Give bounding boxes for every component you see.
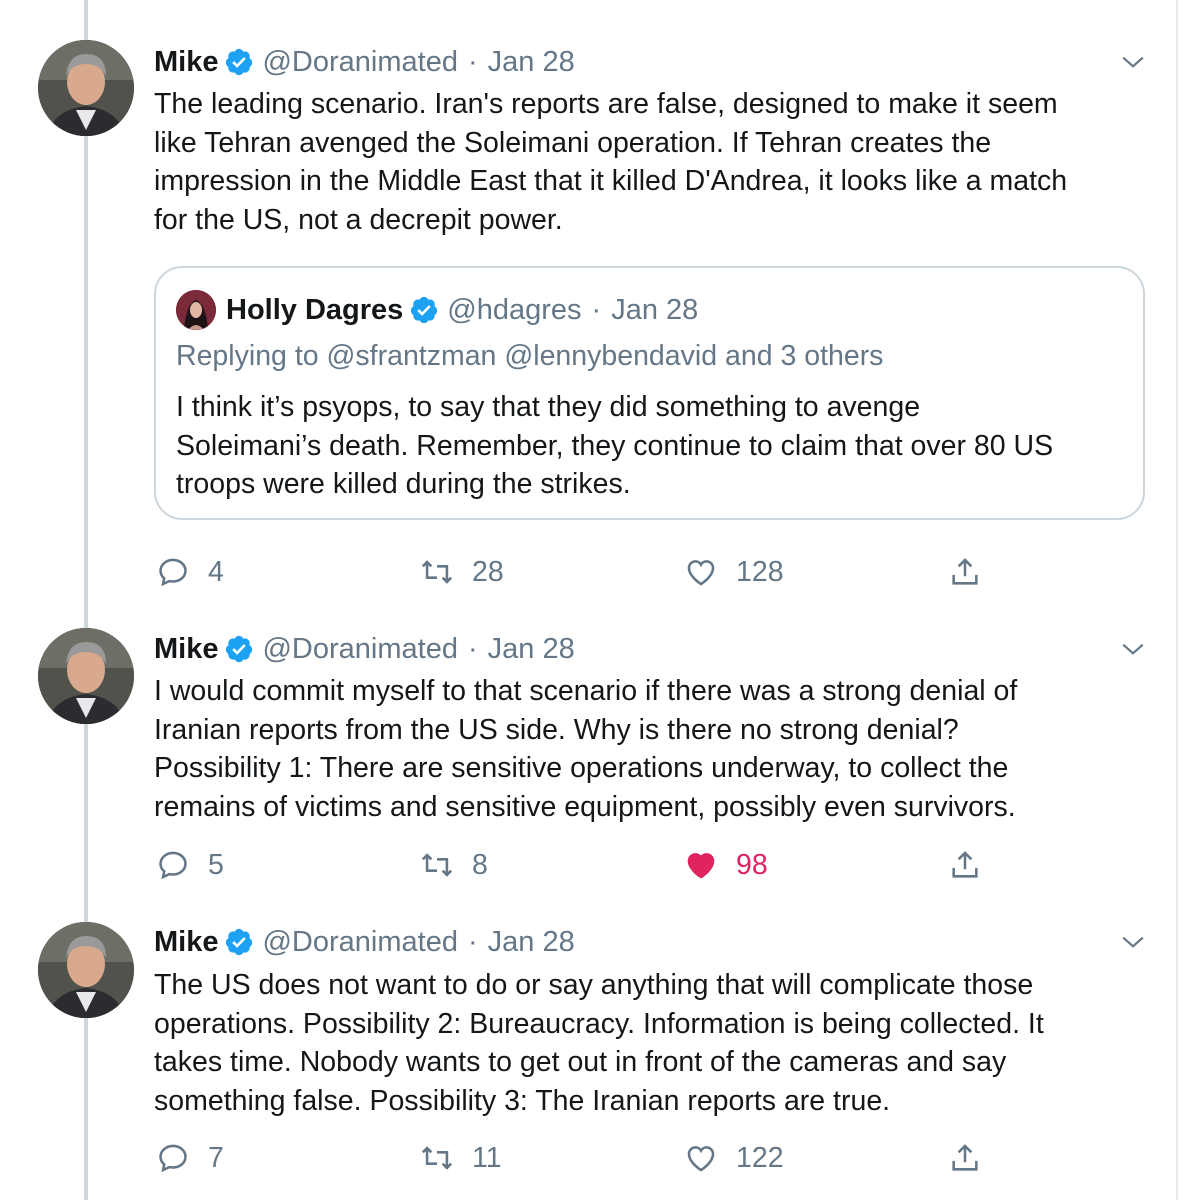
- reply-count: 7: [208, 1141, 224, 1174]
- retweet-icon: [421, 560, 453, 584]
- tweet-text-line: impression in the Middle East that it ki…: [154, 165, 1068, 197]
- tweet-text-line: Possibility 1: There are sensitive opera…: [154, 752, 1009, 784]
- retweet-button[interactable]: 8: [420, 845, 488, 885]
- tweet-text-line: something false. Possibility 3: The Iran…: [154, 1084, 891, 1117]
- separator-dot: ·: [467, 45, 478, 78]
- author-name[interactable]: Mike: [154, 633, 218, 666]
- author-handle[interactable]: @Doranimated: [262, 633, 457, 666]
- chevron-down-icon[interactable]: [1120, 929, 1146, 955]
- reply-count: 4: [208, 555, 224, 588]
- tweet-text-line: Iranian reports from the US side. Why is…: [154, 713, 959, 746]
- retweet-button[interactable]: 28: [420, 552, 504, 592]
- reply-button[interactable]: 7: [156, 1138, 224, 1178]
- verified-badge-icon: [411, 296, 438, 324]
- tweet-header: Mike @Doranimated · Jan 28: [154, 44, 575, 80]
- tweet-text-line: like Tehran avenged the Soleimani operat…: [154, 126, 992, 159]
- avatar[interactable]: [38, 922, 134, 1018]
- author-name[interactable]: Mike: [154, 926, 218, 959]
- tweet-date[interactable]: Jan 28: [488, 633, 575, 666]
- author-handle[interactable]: @Doranimated: [262, 926, 457, 959]
- author-name[interactable]: Mike: [154, 46, 218, 79]
- quoted-tweet[interactable]: Holly Dagres @hdagres · Jan 28 Replying …: [154, 266, 1145, 520]
- retweet-icon: [421, 1146, 453, 1170]
- separator-dot: ·: [591, 293, 602, 326]
- retweet-count: 8: [472, 848, 488, 881]
- tweet-actions: 5 8 98: [0, 845, 1184, 885]
- share-icon: [952, 1144, 978, 1171]
- reply-count: 5: [208, 848, 224, 881]
- avatar-image: [38, 40, 134, 136]
- avatar[interactable]: [38, 40, 134, 136]
- tweet-date[interactable]: Jan 28: [488, 46, 575, 79]
- reply-button[interactable]: 5: [156, 845, 224, 885]
- like-count: 98: [736, 848, 768, 881]
- reply-icon: [159, 558, 187, 587]
- tweet-text: I would commit myself to that scenario i…: [154, 672, 1144, 826]
- like-count: 122: [736, 1141, 784, 1174]
- share-button[interactable]: [948, 1138, 1000, 1178]
- like-button[interactable]: 98: [684, 845, 768, 885]
- like-button[interactable]: 122: [684, 1138, 784, 1178]
- tweet-text: The leading scenario. Iran's reports are…: [154, 85, 1144, 239]
- tweet-text-line: remains of victims and sensitive equipme…: [154, 790, 1016, 823]
- verified-badge-icon: [226, 635, 253, 663]
- quoted-author-handle[interactable]: @hdagres: [447, 294, 581, 327]
- tweet-text: The US does not want to do or say anythi…: [154, 966, 1144, 1120]
- tweet-actions: 7 11 122: [0, 1138, 1184, 1178]
- separator-dot: ·: [467, 925, 478, 958]
- quoted-avatar[interactable]: [176, 290, 216, 330]
- tweet-text-line: takes time. Nobody wants to get out in f…: [154, 1046, 1007, 1078]
- heart-icon: [687, 853, 715, 879]
- tweet[interactable]: Mike @Doranimated · Jan 28 The US does n…: [0, 900, 1184, 1200]
- avatar[interactable]: [38, 628, 134, 724]
- tweet-text-line: The US does not want to do or say anythi…: [154, 969, 1034, 1001]
- quoted-date[interactable]: Jan 28: [611, 294, 698, 327]
- tweet-header: Mike @Doranimated · Jan 28: [154, 631, 575, 667]
- avatar-image: [38, 628, 134, 724]
- tweet[interactable]: Mike @Doranimated · Jan 28 The leading s…: [0, 0, 1184, 610]
- chevron-down-icon[interactable]: [1120, 49, 1146, 75]
- chevron-down-icon[interactable]: [1120, 636, 1146, 662]
- avatar-image: [38, 922, 134, 1018]
- reply-icon: [159, 1144, 187, 1173]
- like-button[interactable]: 128: [684, 552, 784, 592]
- tweet-date[interactable]: Jan 28: [488, 926, 575, 959]
- retweet-count: 11: [472, 1141, 502, 1174]
- quoted-author-name[interactable]: Holly Dagres: [226, 294, 403, 327]
- verified-badge-icon: [226, 928, 253, 956]
- retweet-count: 28: [472, 555, 504, 588]
- reply-icon: [159, 851, 187, 880]
- quoted-header: Holly Dagres @hdagres · Jan 28: [226, 292, 698, 328]
- reply-button[interactable]: 4: [156, 552, 224, 592]
- share-button[interactable]: [948, 845, 1000, 885]
- tweet-text-line: for the US, not a decrepit power.: [154, 203, 563, 236]
- heart-icon: [687, 1146, 715, 1172]
- quoted-text-line: Soleimani’s death. Remember, they contin…: [176, 429, 1054, 462]
- tweet-text-line: I would commit myself to that scenario i…: [154, 675, 1018, 707]
- quoted-text-line: I think it’s psyops, to say that they di…: [176, 391, 921, 423]
- quoted-avatar-image: [176, 290, 216, 330]
- tweet-text-line: operations. Possibility 2: Bureaucracy. …: [154, 1007, 1044, 1040]
- share-button[interactable]: [948, 552, 1000, 592]
- verified-badge-icon: [226, 48, 253, 76]
- quoted-text-line: troops were killed during the strikes.: [176, 468, 631, 500]
- tweet[interactable]: Mike @Doranimated · Jan 28 I would commi…: [0, 610, 1184, 900]
- retweet-button[interactable]: 11: [420, 1138, 502, 1178]
- replying-to: Replying to @sfrantzman @lennybendavid a…: [176, 340, 884, 372]
- share-icon: [952, 558, 978, 585]
- tweet-text-line: The leading scenario. Iran's reports are…: [154, 88, 1058, 120]
- author-handle[interactable]: @Doranimated: [262, 46, 457, 79]
- tweet-header: Mike @Doranimated · Jan 28: [154, 924, 575, 960]
- share-icon: [952, 851, 978, 878]
- quoted-text: I think it’s psyops, to say that they di…: [176, 388, 1126, 504]
- tweet-actions: 4 28 128: [0, 552, 1184, 592]
- heart-icon: [687, 560, 715, 586]
- like-count: 128: [736, 555, 784, 588]
- separator-dot: ·: [467, 632, 478, 665]
- retweet-icon: [421, 853, 453, 877]
